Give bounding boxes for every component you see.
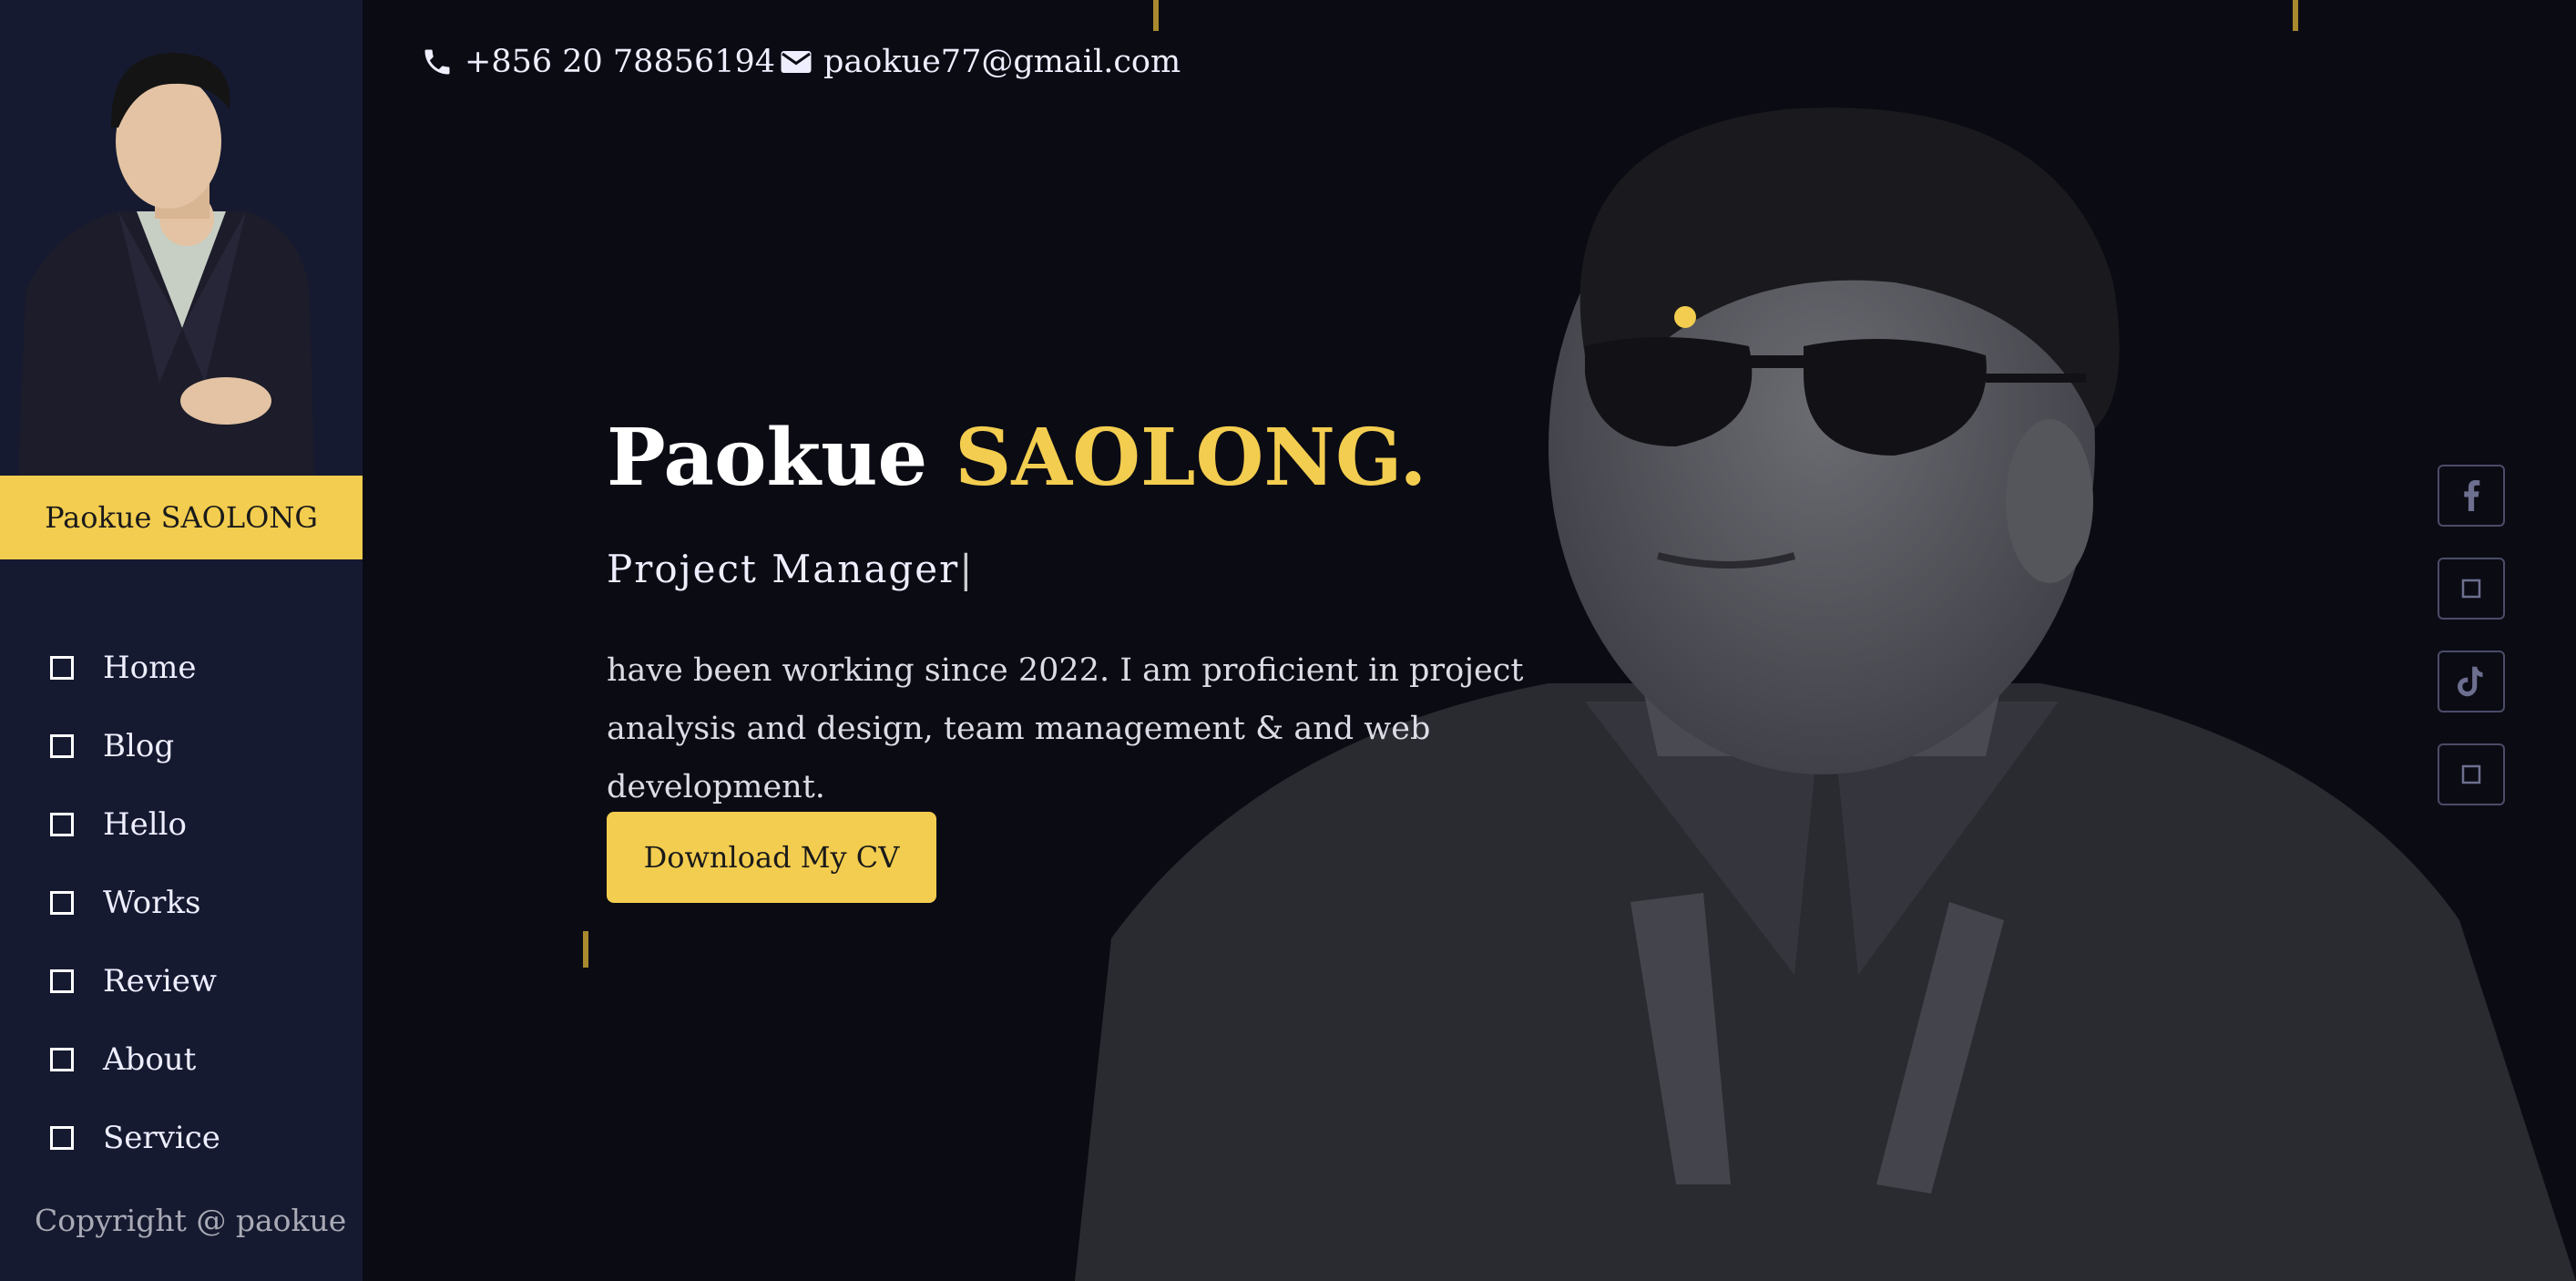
social-link-2[interactable] <box>2438 558 2505 620</box>
hero-first-name: Paokue <box>607 412 928 504</box>
square-icon <box>50 656 74 680</box>
tiktok-icon <box>2458 666 2483 697</box>
nav-item-home[interactable]: Home <box>50 629 220 707</box>
hero-last-name: SAOLONG. <box>955 412 1427 504</box>
profile-name: Paokue SAOLONG <box>45 500 318 535</box>
nav-label: Review <box>103 963 218 999</box>
mail-icon <box>781 51 812 73</box>
nav-label: Home <box>103 650 197 686</box>
profile-name-banner: Paokue SAOLONG <box>0 476 363 559</box>
square-icon <box>50 891 74 915</box>
contact-phone[interactable]: +856 20 78856194 <box>421 44 775 80</box>
hero-title: Paokue SAOLONG. <box>607 412 1426 504</box>
square-icon <box>50 1126 74 1150</box>
nav-item-about[interactable]: About <box>50 1020 220 1099</box>
nav-item-blog[interactable]: Blog <box>50 707 220 785</box>
sidebar: Paokue SAOLONG Home Blog Hello Works Rev… <box>0 0 363 1281</box>
decorative-dot <box>1674 306 1696 328</box>
nav-item-hello[interactable]: Hello <box>50 785 220 864</box>
nav-item-works[interactable]: Works <box>50 864 220 942</box>
download-cv-button[interactable]: Download My CV <box>607 812 936 903</box>
social-link-4[interactable] <box>2438 743 2505 805</box>
phone-icon <box>424 49 450 75</box>
square-icon <box>2461 579 2481 599</box>
hero-role: Project Manager| <box>607 547 974 591</box>
square-icon <box>50 1048 74 1071</box>
square-icon <box>50 969 74 993</box>
tiktok-link[interactable] <box>2438 651 2505 712</box>
square-icon <box>50 813 74 836</box>
typing-caret: | <box>959 547 975 591</box>
email-address: paokue77@gmail.com <box>823 44 1181 80</box>
contact-email[interactable]: paokue77@gmail.com <box>780 44 1181 80</box>
hero-description: have been working since 2022. I am profi… <box>607 652 1524 805</box>
profile-photo <box>0 0 363 476</box>
copyright: Copyright @ paokue <box>35 1203 347 1238</box>
nav-label: About <box>103 1041 197 1078</box>
nav-item-review[interactable]: Review <box>50 942 220 1020</box>
square-icon <box>2461 764 2481 784</box>
download-cv-label: Download My CV <box>643 840 900 875</box>
decorative-line <box>2293 0 2298 31</box>
role-text: Project Manager <box>607 547 960 591</box>
nav-label: Works <box>103 885 201 921</box>
facebook-icon <box>2464 480 2480 511</box>
nav-label: Service <box>103 1120 220 1156</box>
facebook-link[interactable] <box>2438 465 2505 527</box>
square-icon <box>50 734 74 758</box>
nav-label: Hello <box>103 806 187 843</box>
phone-number: +856 20 78856194 <box>465 44 776 80</box>
nav-item-service[interactable]: Service <box>50 1099 220 1177</box>
nav-label: Blog <box>103 728 175 764</box>
sidebar-nav: Home Blog Hello Works Review About Servi… <box>50 629 220 1177</box>
decorative-line <box>1153 0 1159 31</box>
decorative-line <box>583 931 588 968</box>
